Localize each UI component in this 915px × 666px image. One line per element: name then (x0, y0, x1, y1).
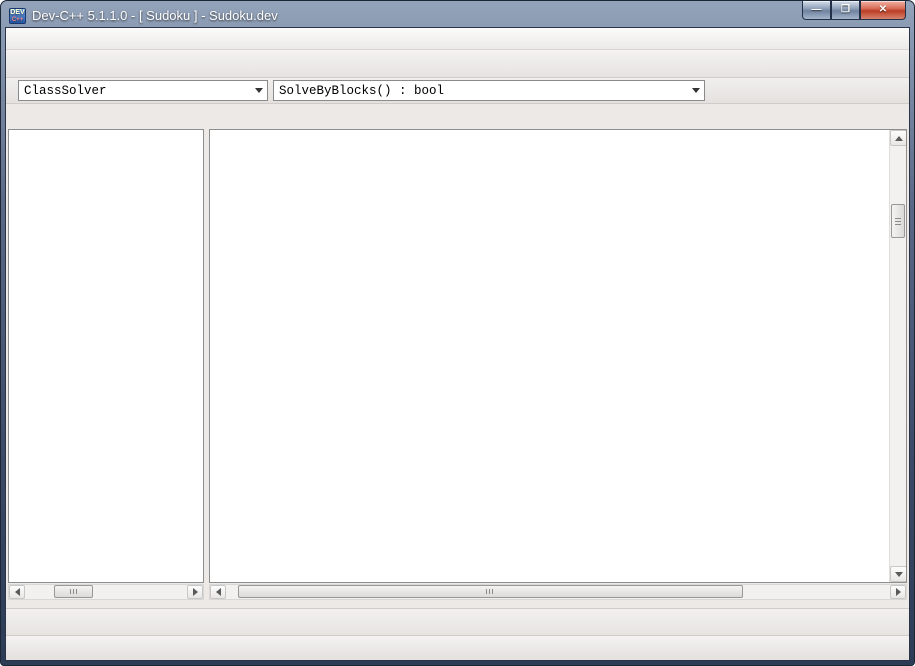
status-bar (6, 635, 909, 660)
code-area[interactable] (210, 130, 889, 582)
editor-horizontal-scrollbar[interactable] (209, 584, 907, 600)
browser-panel (8, 106, 204, 600)
main-area (6, 104, 909, 608)
scroll-up-icon[interactable] (890, 130, 906, 146)
scroll-left-icon[interactable] (210, 585, 226, 599)
window-title: Dev-C++ 5.1.1.0 - [ Sudoku ] - Sudoku.de… (32, 8, 278, 23)
client-area: ClassSolver SolveByBlocks() : bool (5, 27, 910, 661)
app-icon: DEV C++ (9, 7, 26, 24)
caption-buttons: — ❐ ✕ (802, 1, 906, 20)
browser-horizontal-scrollbar[interactable] (8, 584, 204, 600)
scrollbar-thumb[interactable] (891, 204, 905, 238)
scroll-right-icon[interactable] (890, 585, 906, 599)
member-combobox-value: SolveByBlocks() : bool (279, 83, 445, 98)
app-window: DEV C++ Dev-C++ 5.1.1.0 - [ Sudoku ] - Su… (0, 0, 915, 666)
close-button[interactable]: ✕ (860, 1, 906, 20)
title-bar[interactable]: DEV C++ Dev-C++ 5.1.1.0 - [ Sudoku ] - Su… (5, 1, 910, 27)
class-combobox-value: ClassSolver (24, 83, 107, 98)
scroll-left-icon[interactable] (9, 585, 25, 599)
maximize-button[interactable]: ❐ (831, 1, 860, 20)
browser-tabs (8, 106, 204, 130)
scrollbar-thumb[interactable] (54, 585, 94, 598)
navigation-bar: ClassSolver SolveByBlocks() : bool (6, 78, 909, 104)
class-tree (8, 129, 204, 583)
editor-panel (209, 106, 907, 600)
editor-vertical-scrollbar[interactable] (889, 130, 906, 582)
chevron-down-icon[interactable] (250, 84, 267, 97)
scroll-right-icon[interactable] (187, 585, 203, 599)
toolbar (6, 50, 909, 78)
scrollbar-thumb[interactable] (238, 585, 743, 598)
minimize-button[interactable]: — (802, 1, 831, 20)
chevron-down-icon[interactable] (687, 84, 704, 97)
editor-tabs (209, 106, 907, 130)
report-tabs (6, 608, 909, 635)
scroll-down-icon[interactable] (890, 566, 906, 582)
class-combobox[interactable]: ClassSolver (18, 80, 268, 101)
menu-bar (6, 28, 909, 50)
member-combobox[interactable]: SolveByBlocks() : bool (273, 80, 705, 101)
